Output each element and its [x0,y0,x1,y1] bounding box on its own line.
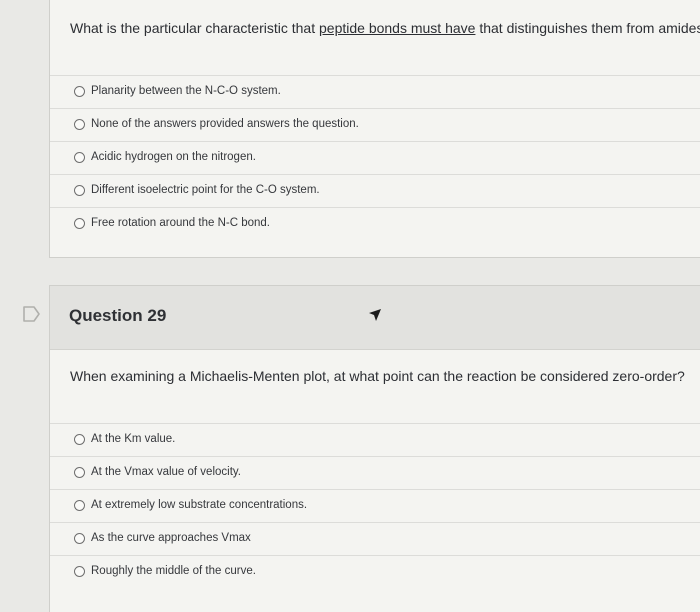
answer-option[interactable]: At the Vmax value of velocity. [50,456,700,489]
answer-label: Roughly the middle of the curve. [91,565,256,577]
radio-button-icon[interactable] [74,185,85,196]
radio-button-icon[interactable] [74,500,85,511]
radio-button-icon[interactable] [74,86,85,97]
answer-label: Free rotation around the N-C bond. [91,217,270,229]
radio-button-icon[interactable] [74,218,85,229]
flag-question-icon[interactable] [23,306,41,322]
answer-label: At the Vmax value of velocity. [91,466,241,478]
answer-option[interactable]: None of the answers provided answers the… [50,108,700,141]
answer-option[interactable]: Roughly the middle of the curve. [50,555,700,588]
answer-label: Planarity between the N-C-O system. [91,85,281,97]
radio-button-icon[interactable] [74,434,85,445]
mouse-pointer-icon [369,309,381,321]
question-29-text: When examining a Michaelis-Menten plot, … [70,368,685,384]
answer-label: None of the answers provided answers the… [91,118,359,130]
answer-label: As the curve approaches Vmax [91,532,251,544]
answer-option[interactable]: Planarity between the N-C-O system. [50,75,700,108]
answer-label: At the Km value. [91,433,176,445]
answer-option[interactable]: Different isoelectric point for the C-O … [50,174,700,207]
answer-label: At extremely low substrate concentration… [91,499,308,511]
question-28-text: What is the particular characteristic th… [70,20,700,36]
question-29-card: Question 29 When examining a Michaelis-M… [49,285,700,612]
radio-button-icon[interactable] [74,467,85,478]
answer-option[interactable]: Free rotation around the N-C bond. [50,207,700,240]
answer-label: Different isoelectric point for the C-O … [91,184,320,196]
question-28-options: Planarity between the N-C-O system. None… [50,75,700,240]
answer-option[interactable]: At extremely low substrate concentration… [50,489,700,522]
question-title: Question 29 [69,306,167,325]
radio-button-icon[interactable] [74,533,85,544]
answer-label: Acidic hydrogen on the nitrogen. [91,151,256,163]
answer-option[interactable]: At the Km value. [50,423,700,456]
answer-option[interactable]: Acidic hydrogen on the nitrogen. [50,141,700,174]
question-header: Question 29 [50,286,700,350]
question-29-options: At the Km value. At the Vmax value of ve… [50,423,700,588]
answer-option[interactable]: As the curve approaches Vmax [50,522,700,555]
radio-button-icon[interactable] [74,119,85,130]
radio-button-icon[interactable] [74,566,85,577]
question-28-card: What is the particular characteristic th… [49,0,700,258]
radio-button-icon[interactable] [74,152,85,163]
